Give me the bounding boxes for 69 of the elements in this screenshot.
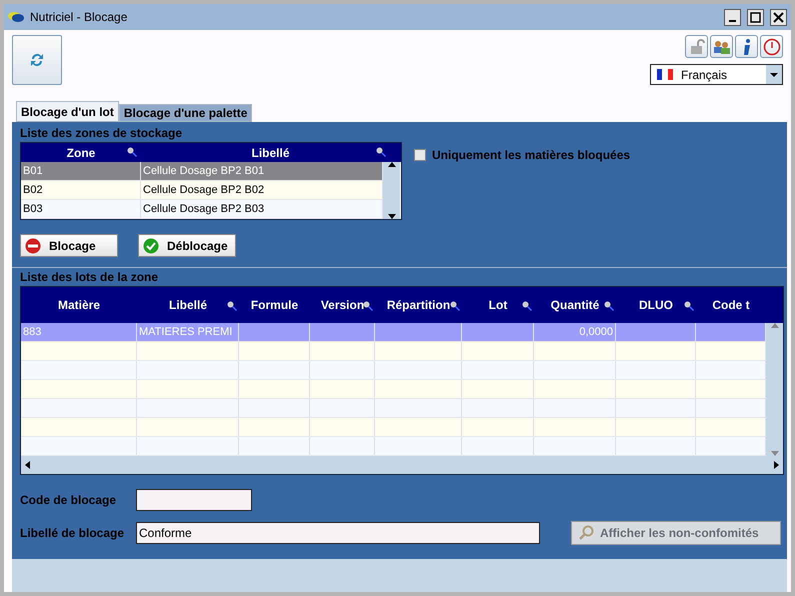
- users-button[interactable]: [710, 35, 733, 58]
- table-cell: 883: [23, 326, 42, 338]
- padlock-icon: [688, 38, 704, 54]
- power-icon: [762, 38, 780, 56]
- power-button[interactable]: [760, 35, 783, 58]
- close-button[interactable]: [770, 8, 787, 26]
- padlock-button[interactable]: [685, 35, 708, 58]
- column-header[interactable]: DLUO: [639, 298, 673, 312]
- check-icon: [143, 238, 159, 254]
- table-cell: B02: [23, 184, 43, 196]
- tab[interactable]: Blocage d'une palette: [118, 104, 252, 122]
- search-icon[interactable]: [227, 301, 237, 311]
- libelle-field[interactable]: Conforme: [136, 522, 540, 544]
- language-dropdown[interactable]: Français: [650, 64, 783, 85]
- action-button[interactable]: Blocage: [20, 234, 118, 257]
- maximize-icon: [750, 12, 761, 22]
- column-header[interactable]: Lot: [488, 298, 508, 312]
- magnifier-icon: [578, 525, 594, 541]
- maximize-button[interactable]: [747, 8, 764, 26]
- minimize-button[interactable]: [724, 8, 741, 26]
- column-header[interactable]: Quantité: [550, 298, 600, 312]
- info-button[interactable]: [735, 35, 758, 58]
- refresh-button[interactable]: [12, 35, 62, 85]
- column-header[interactable]: Version: [320, 298, 364, 312]
- app-logo-icon: [8, 11, 24, 23]
- scroll-down-icon[interactable]: [388, 214, 396, 219]
- table-cell: B01: [23, 165, 43, 177]
- field-label: Libellé de blocage: [20, 526, 126, 540]
- info-icon: [742, 38, 752, 56]
- search-icon[interactable]: [450, 301, 460, 311]
- table-cell: 0,0000: [579, 326, 613, 338]
- minimize-icon: [729, 20, 736, 22]
- section-title: Liste des zones de stockage: [20, 126, 184, 142]
- column-header[interactable]: Libellé: [251, 146, 290, 160]
- column-header[interactable]: Répartition: [386, 298, 450, 312]
- table-cell: MATIERES PREMI: [139, 326, 232, 338]
- table-cell: Cellule Dosage BP2 B03: [143, 203, 264, 215]
- search-icon[interactable]: [376, 147, 386, 157]
- scrollbar[interactable]: [383, 162, 400, 219]
- horizontal-scrollbar[interactable]: [21, 456, 783, 474]
- table-cell: Cellule Dosage BP2 B01: [143, 165, 264, 177]
- refresh-icon: [28, 51, 46, 69]
- checkbox[interactable]: [414, 149, 426, 161]
- search-icon[interactable]: [522, 301, 532, 311]
- column-header[interactable]: Code t: [712, 298, 750, 312]
- column-header[interactable]: Formule: [250, 298, 298, 312]
- code-field[interactable]: [136, 489, 252, 511]
- column-header[interactable]: Zone: [66, 146, 96, 160]
- no-entry-icon: [25, 238, 41, 254]
- section-title: Liste des lots de la zone: [20, 270, 160, 286]
- table-cell: Cellule Dosage BP2 B02: [143, 184, 264, 196]
- action-button[interactable]: Déblocage: [138, 234, 236, 257]
- scroll-left-icon[interactable]: [25, 461, 30, 469]
- window-title: Nutriciel - Blocage: [30, 10, 128, 24]
- field-label: Code de blocage: [20, 493, 118, 507]
- column-header[interactable]: Libellé: [168, 298, 207, 312]
- users-icon: [712, 40, 730, 54]
- tab[interactable]: Blocage d'un lot: [16, 101, 119, 122]
- close-icon: [773, 12, 784, 22]
- checkbox-label: Uniquement les matières bloquées: [432, 148, 630, 162]
- column-header[interactable]: Matière: [58, 298, 100, 312]
- caret-icon: [770, 72, 778, 76]
- scroll-right-icon[interactable]: [774, 461, 779, 469]
- search-icon[interactable]: [604, 301, 614, 311]
- flag-icon: [657, 69, 673, 80]
- table-cell: B03: [23, 203, 43, 215]
- search-icon[interactable]: [127, 147, 137, 157]
- search-icon[interactable]: [363, 301, 373, 311]
- search-icon[interactable]: [684, 301, 694, 311]
